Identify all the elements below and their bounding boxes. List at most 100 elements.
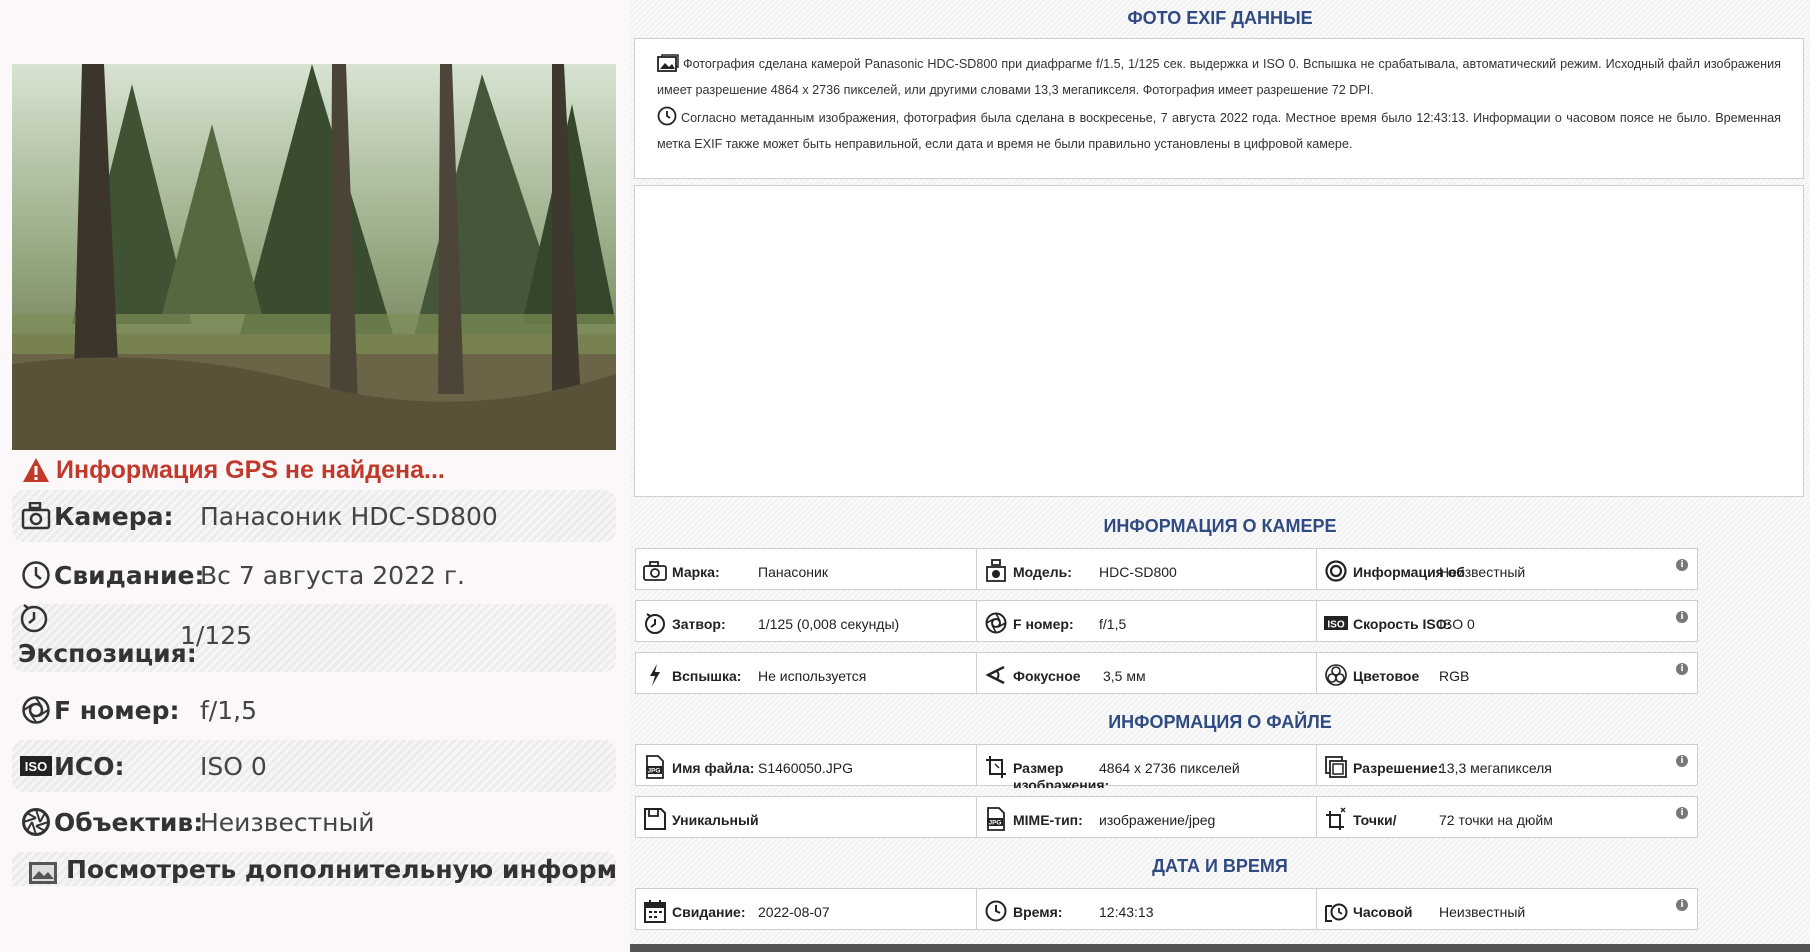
timezone-icon — [1323, 899, 1349, 923]
camera-info-card: Информация об Неизвестный i — [1316, 548, 1698, 590]
clock-icon — [18, 560, 54, 590]
lens-icon — [18, 807, 54, 837]
calendar-icon — [642, 899, 668, 923]
warning-icon — [23, 458, 49, 482]
date-info-card: Свидание:2022-08-07i — [635, 888, 1017, 930]
right-panel: ФОТО EXIF ДАННЫЕ Фотография сделана каме… — [630, 0, 1810, 952]
info-icon[interactable]: i — [1676, 663, 1688, 675]
timer-icon — [642, 611, 668, 635]
info-row-lens: Объектив: Неизвестный — [12, 796, 616, 848]
more-info-text: Посмотреть дополнительную информацию — [66, 854, 616, 884]
date-info-card: Часовой Неизвестный i — [1316, 888, 1698, 930]
more-info-link[interactable]: Посмотреть дополнительную информацию — [12, 852, 616, 886]
image-icon — [28, 859, 60, 887]
info-icon[interactable]: i — [1676, 611, 1688, 623]
info-label: Экспозиция: — [18, 639, 197, 668]
info-row-exposure: Экспозиция: 1/125 — [12, 604, 616, 672]
info-value: f/1,5 — [200, 695, 257, 725]
info-row-camera: Камера: Панасоник HDC-SD800 — [12, 490, 616, 542]
gps-warning-text: Информация GPS не найдена... — [56, 455, 445, 484]
info-row-fnumber: F номер: f/1,5 — [12, 684, 616, 736]
section-title-exif: ФОТО EXIF ДАННЫЕ — [1127, 8, 1313, 28]
crop-icon — [983, 755, 1009, 779]
camera-icon — [18, 502, 54, 530]
iso-icon: ISO — [1323, 611, 1349, 635]
file-info-value: изображение/jpeg — [1099, 812, 1216, 828]
file-info-card: Уникальныйi — [635, 796, 1017, 838]
file-info-card: Точки/72 точки на дюйм i — [1316, 796, 1698, 838]
clock-icon — [657, 106, 677, 133]
jpg-icon: JPG — [983, 807, 1009, 831]
file-info-value: 13,3 мегапикселя — [1439, 760, 1552, 776]
desc-date-text: Согласно метаданным изображения, фотогра… — [657, 111, 1781, 151]
svg-text:ISO: ISO — [1327, 620, 1344, 631]
info-row-date: Свидание: Вс 7 августа 2022 г. — [12, 548, 616, 602]
info-icon[interactable]: i — [1676, 807, 1688, 819]
file-info-card: Разрешение: 13,3 мегапикселя i — [1316, 744, 1698, 786]
camera-info-card: ISO Скорость ISO: ISO 0i — [1316, 600, 1698, 642]
camera-info-value: Неизвестный — [1439, 564, 1526, 580]
focal-icon — [983, 663, 1009, 687]
file-info-value: 4864 x 2736 пикселей — [1099, 760, 1240, 776]
info-icon[interactable]: i — [1676, 899, 1688, 911]
left-panel: Информация GPS не найдена... Камера: Пан… — [0, 0, 630, 952]
save-icon — [642, 807, 668, 831]
desc-camera-text: Фотография сделана камерой Panasonic HDC… — [657, 57, 1781, 97]
file-info-value: S1460050.JPG — [758, 760, 853, 776]
section-title-camera: ИНФОРМАЦИЯ О КАМЕРЕ — [1103, 516, 1337, 536]
gps-warning: Информация GPS не найдена... — [22, 454, 445, 486]
date-info-value: 12:43:13 — [1099, 904, 1154, 920]
flash-icon — [642, 663, 668, 687]
camera-info-card: Затвор:1/125 (0,008 секунды)i — [635, 600, 1017, 642]
aperture-icon — [983, 611, 1009, 635]
section-title-date: ДАТА И ВРЕМЯ — [1152, 856, 1288, 876]
clock-icon — [983, 899, 1009, 923]
svg-text:JPG: JPG — [647, 768, 660, 775]
info-label: ИСО: — [54, 751, 125, 781]
aperture-icon — [18, 695, 54, 725]
info-label: Камера: — [54, 501, 174, 531]
camera-icon — [642, 559, 668, 583]
layers-icon — [1323, 755, 1349, 779]
file-info-label: Уникальный — [672, 812, 759, 828]
exif-description: Фотография сделана камерой Panasonic HDC… — [634, 38, 1804, 179]
camera-info-value: 1/125 (0,008 секунды) — [758, 616, 900, 632]
camcorder-icon — [983, 559, 1009, 583]
section-title-file: ИНФОРМАЦИЯ О ФАЙЛЕ — [1108, 712, 1332, 732]
info-label: Объектив: — [54, 807, 204, 837]
dpi-icon — [1323, 807, 1349, 831]
info-icon[interactable]: i — [1676, 755, 1688, 767]
lens-icon — [1323, 559, 1349, 583]
file-info-card: JPGИмя файла:S1460050.JPGi — [635, 744, 1017, 786]
info-label: F номер: — [54, 695, 180, 725]
info-value: Панасоник HDC-SD800 — [200, 501, 498, 531]
camera-info-value: ISO 0 — [1439, 616, 1475, 632]
file-info-value: 72 точки на дюйм — [1439, 812, 1553, 828]
svg-text:JPG: JPG — [988, 820, 1001, 827]
bottom-bar — [630, 944, 1810, 952]
svg-text:ISO: ISO — [25, 759, 47, 774]
info-value: Вс 7 августа 2022 г. — [200, 560, 465, 590]
map-placeholder[interactable] — [634, 185, 1804, 497]
file-info-card: Размер изображения:4864 x 2736 пикселейi — [976, 744, 1358, 788]
color-icon — [1323, 663, 1349, 687]
camera-info-card: Цветовое RGB i — [1316, 652, 1698, 694]
camera-info-value: RGB — [1439, 668, 1470, 684]
camera-info-card: Фокусное3,5 ммi — [976, 652, 1358, 694]
file-info-card: JPGMIME-тип:изображение/jpegi — [976, 796, 1358, 838]
info-icon[interactable]: i — [1676, 559, 1688, 571]
image-icon — [657, 54, 679, 79]
camera-info-card: Марка:Панасоникi — [635, 548, 1017, 590]
date-info-value: 2022-08-07 — [758, 904, 830, 920]
info-value: 1/125 — [180, 621, 253, 650]
camera-info-value: Панасоник — [758, 564, 828, 580]
timer-icon — [18, 601, 188, 639]
jpg-icon: JPG — [642, 755, 668, 779]
camera-info-card: Модель:HDC-SD800i — [976, 548, 1358, 590]
photo-preview[interactable] — [12, 64, 616, 450]
info-value: Неизвестный — [200, 807, 375, 837]
camera-info-card: F номер:f/1,5i — [976, 600, 1358, 642]
info-row-iso: ISO ИСО: ISO 0 — [12, 740, 616, 792]
camera-info-value: Не используется — [758, 668, 867, 684]
camera-info-card: Вспышка:Не используетсяi — [635, 652, 1017, 694]
